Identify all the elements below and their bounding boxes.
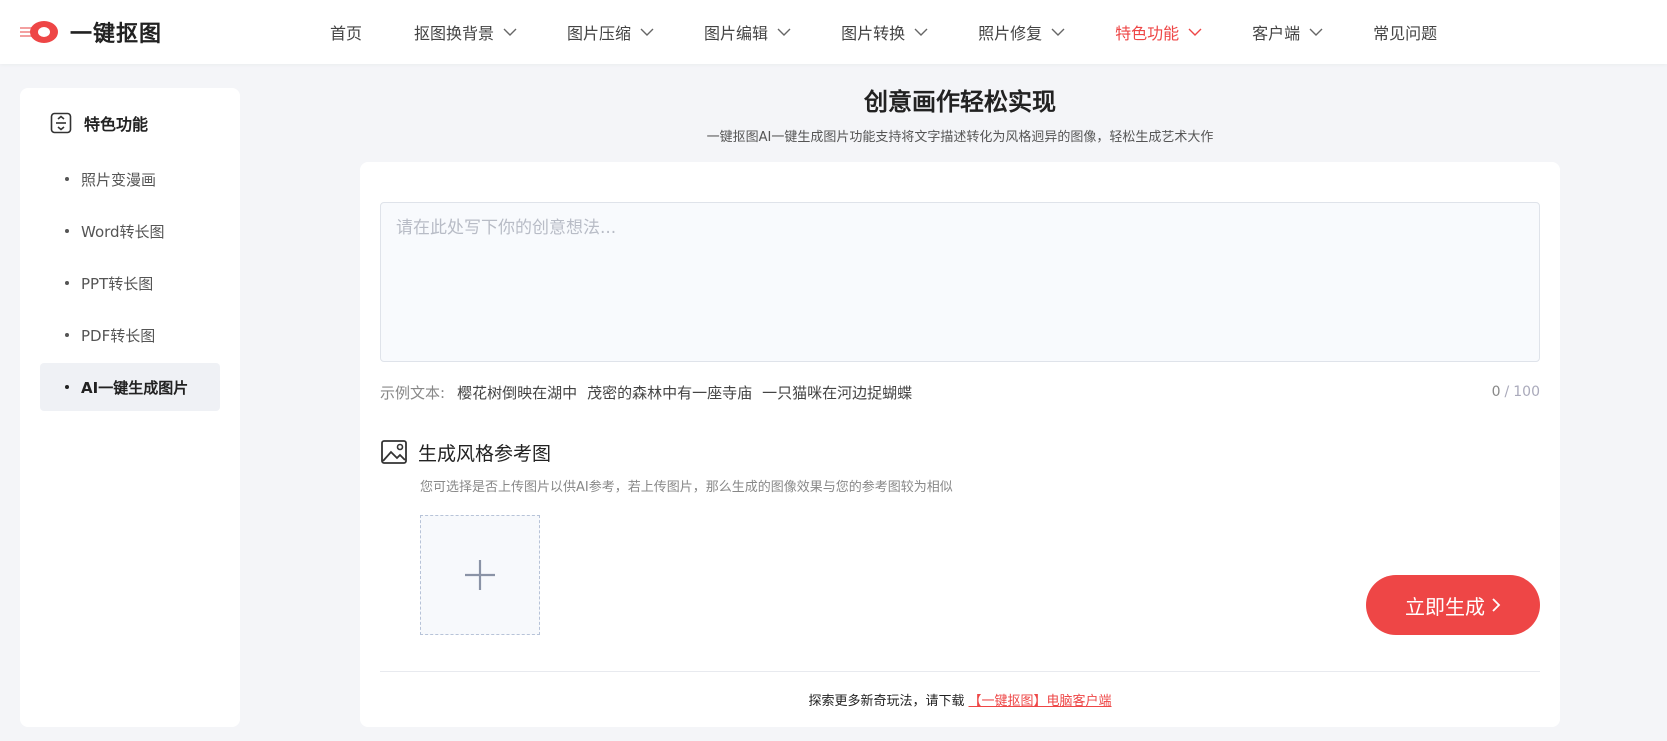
example-tag[interactable]: 茂密的森林中有一座寺庙 bbox=[587, 382, 752, 403]
nav-label: 常见问题 bbox=[1373, 24, 1438, 43]
nav-label: 照片修复 bbox=[978, 24, 1043, 43]
bullet-icon bbox=[65, 281, 69, 285]
reference-title: 生成风格参考图 bbox=[418, 442, 552, 465]
bullet-icon bbox=[65, 229, 69, 233]
nav-label: 首页 bbox=[330, 24, 363, 43]
generate-button[interactable]: 立即生成 bbox=[1366, 575, 1540, 635]
bullet-icon bbox=[65, 333, 69, 337]
nav-label: 抠图换背景 bbox=[414, 24, 495, 43]
sidebar-item-photo-to-comic[interactable]: 照片变漫画 bbox=[40, 155, 220, 203]
nav-home[interactable]: 首页 bbox=[330, 0, 362, 64]
chevron-down-icon bbox=[640, 28, 654, 36]
divider bbox=[380, 671, 1540, 672]
generator-card: 示例文本: 樱花树倒映在湖中 茂密的森林中有一座寺庙 一只猫咪在河边捉蝴蝶 0 … bbox=[360, 162, 1560, 727]
download-note: 探索更多新奇玩法，请下载 【一键抠图】电脑客户端 bbox=[360, 690, 1560, 709]
sidebar-item-label: AI一键生成图片 bbox=[81, 378, 189, 397]
feature-icon bbox=[50, 112, 72, 134]
page-subtitle: 一键抠图AI一键生成图片功能支持将文字描述转化为风格迥异的图像，轻松生成艺术大作 bbox=[706, 130, 1214, 145]
image-icon bbox=[381, 440, 407, 464]
char-counter: 0 / 100 bbox=[1492, 380, 1540, 404]
nav-client[interactable]: 客户端 bbox=[1252, 0, 1323, 64]
nav-label: 图片转换 bbox=[841, 24, 906, 43]
chevron-down-icon bbox=[1051, 28, 1065, 36]
nav-features[interactable]: 特色功能 bbox=[1115, 0, 1202, 64]
sidebar-item-pdf-to-long[interactable]: PDF转长图 bbox=[40, 311, 220, 359]
char-count-separator: / bbox=[1504, 384, 1510, 400]
nav-label: 特色功能 bbox=[1115, 24, 1180, 43]
nav-edit[interactable]: 图片编辑 bbox=[704, 0, 791, 64]
bullet-icon bbox=[65, 385, 69, 389]
logo-icon bbox=[20, 19, 60, 45]
download-client-link[interactable]: 【一键抠图】电脑客户端 bbox=[969, 694, 1112, 709]
reference-header: 生成风格参考图 bbox=[380, 438, 551, 466]
upload-reference-button[interactable] bbox=[420, 515, 540, 635]
nav-convert[interactable]: 图片转换 bbox=[841, 0, 928, 64]
brand-name: 一键抠图 bbox=[70, 22, 163, 47]
chevron-down-icon bbox=[914, 28, 928, 36]
nav-label: 客户端 bbox=[1252, 24, 1301, 43]
page-title: 创意画作轻松实现 bbox=[864, 88, 1056, 116]
bullet-icon bbox=[65, 177, 69, 181]
sidebar-item-word-to-long[interactable]: Word转长图 bbox=[40, 207, 220, 255]
download-note-text: 探索更多新奇玩法，请下载 bbox=[808, 694, 965, 709]
chevron-down-icon bbox=[1188, 28, 1202, 36]
char-count-max: 100 bbox=[1513, 384, 1540, 400]
sidebar-item-ppt-to-long[interactable]: PPT转长图 bbox=[40, 259, 220, 307]
sidebar-item-label: Word转长图 bbox=[81, 222, 165, 241]
nav-photo-repair[interactable]: 照片修复 bbox=[978, 0, 1065, 64]
main-nav: 首页 抠图换背景 图片压缩 图片编辑 图片转换 照片修复 特色功能 客户端 常见… bbox=[330, 0, 1437, 64]
sidebar: 特色功能 照片变漫画 Word转长图 PPT转长图 PDF转长图 AI一键生成图… bbox=[20, 88, 240, 727]
generate-label: 立即生成 bbox=[1405, 594, 1485, 619]
reference-description: 您可选择是否上传图片以供AI参考，若上传图片，那么生成的图像效果与您的参考图较为… bbox=[420, 480, 953, 495]
logo[interactable]: 一键抠图 bbox=[20, 14, 162, 50]
chevron-down-icon bbox=[1309, 28, 1323, 36]
top-header: 一键抠图 首页 抠图换背景 图片压缩 图片编辑 图片转换 照片修复 特色功能 客… bbox=[0, 0, 1667, 64]
sidebar-title: 特色功能 bbox=[84, 115, 149, 134]
prompt-input[interactable] bbox=[380, 202, 1540, 362]
example-tag[interactable]: 樱花树倒映在湖中 bbox=[457, 382, 577, 403]
chevron-down-icon bbox=[503, 28, 517, 36]
sidebar-header: 特色功能 bbox=[50, 108, 148, 138]
plus-icon bbox=[465, 560, 495, 590]
sidebar-item-label: PDF转长图 bbox=[81, 326, 156, 345]
char-count-current: 0 bbox=[1491, 384, 1501, 400]
nav-faq[interactable]: 常见问题 bbox=[1373, 0, 1437, 64]
sidebar-item-ai-image[interactable]: AI一键生成图片 bbox=[40, 363, 220, 411]
example-tag[interactable]: 一只猫咪在河边捉蝴蝶 bbox=[762, 382, 912, 403]
sidebar-item-label: PPT转长图 bbox=[81, 274, 154, 293]
nav-label: 图片编辑 bbox=[704, 24, 769, 43]
nav-label: 图片压缩 bbox=[567, 24, 632, 43]
nav-cutout-bg[interactable]: 抠图换背景 bbox=[414, 0, 517, 64]
chevron-right-icon bbox=[1492, 598, 1501, 612]
chevron-down-icon bbox=[777, 28, 791, 36]
example-label: 示例文本: bbox=[380, 383, 446, 402]
sidebar-item-label: 照片变漫画 bbox=[81, 170, 157, 189]
example-texts: 示例文本: 樱花树倒映在湖中 茂密的森林中有一座寺庙 一只猫咪在河边捉蝴蝶 bbox=[380, 380, 922, 404]
nav-compress[interactable]: 图片压缩 bbox=[567, 0, 654, 64]
